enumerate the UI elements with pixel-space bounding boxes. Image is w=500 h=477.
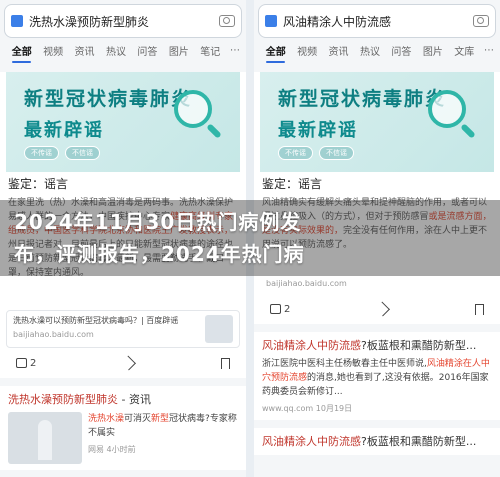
bookmark-button[interactable] bbox=[475, 303, 484, 315]
magnifier-icon bbox=[428, 90, 466, 128]
search-result[interactable]: 风油精涂人中防流感?板蓝根和熏醋防新型... bbox=[254, 428, 500, 455]
search-tabs: 全部 视频 资讯 热议 问答 图片 笔记 ⋯ bbox=[0, 38, 246, 63]
search-bar[interactable]: 风油精涂人中防流感 bbox=[258, 4, 496, 38]
bookmark-icon bbox=[475, 303, 484, 315]
tab-discussion[interactable]: 热议 bbox=[354, 43, 385, 58]
banner-subtitle: 最新辟谣 bbox=[24, 120, 104, 141]
camera-icon[interactable] bbox=[473, 15, 489, 27]
tab-qa[interactable]: 问答 bbox=[386, 43, 417, 58]
like-button[interactable]: 2 bbox=[16, 358, 36, 369]
banner-pill: 不传谣 bbox=[24, 146, 59, 160]
source-site: baijiahao.baidu.com bbox=[13, 330, 94, 339]
banner-pill: 不信谣 bbox=[319, 146, 354, 160]
verdict-label: 鉴定：谣言 bbox=[262, 176, 323, 191]
baidu-logo-icon bbox=[265, 15, 277, 27]
tab-images[interactable]: 图片 bbox=[417, 43, 448, 58]
banner-title: 新型冠状病毒肺炎 bbox=[278, 88, 447, 110]
camera-icon[interactable] bbox=[219, 15, 235, 27]
result-meta: 网易 4小时前 bbox=[88, 445, 136, 454]
more-tabs-icon[interactable]: ⋯ bbox=[480, 45, 494, 56]
result-title[interactable]: 风油精涂人中防流感?板蓝根和熏醋防新型... bbox=[262, 434, 492, 449]
rumor-banner: 新型冠状病毒肺炎 最新辟谣 不传谣 不信谣 bbox=[260, 72, 494, 172]
source-site: baijiahao.baidu.com bbox=[266, 279, 347, 288]
result-title[interactable]: 洗热水澡预防新型肺炎 - 资讯 bbox=[8, 392, 238, 407]
headline-line-1: 2024年11月30日热门病例发 bbox=[14, 210, 302, 234]
source-title: 洗热水澡可以预防新型冠状病毒吗？| 百度辟谣 bbox=[13, 316, 179, 325]
like-button[interactable]: 2 bbox=[270, 304, 290, 315]
tab-video[interactable]: 视频 bbox=[37, 43, 68, 58]
share-icon bbox=[121, 355, 137, 371]
share-button[interactable] bbox=[121, 355, 137, 371]
tab-all[interactable]: 全部 bbox=[6, 43, 37, 63]
result-title[interactable]: 风油精涂人中防流感?板蓝根和熏醋防新型... bbox=[262, 338, 492, 353]
search-input[interactable]: 风油精涂人中防流感 bbox=[283, 13, 473, 30]
search-result[interactable]: 风油精涂人中防流感?板蓝根和熏醋防新型... 浙江医院中医科主任杨敏春主任中医师… bbox=[254, 332, 500, 420]
banner-pill: 不传谣 bbox=[278, 146, 313, 160]
bookmark-button[interactable] bbox=[221, 357, 230, 369]
more-tabs-icon[interactable]: ⋯ bbox=[226, 45, 240, 56]
banner-subtitle: 最新辟谣 bbox=[278, 120, 358, 141]
result-text: 浙江医院中医科主任杨敏春主任中医师说,风油精涂在人中穴预防流感的消息,她也看到了… bbox=[262, 359, 490, 397]
bookmark-icon bbox=[221, 357, 230, 369]
share-icon bbox=[375, 301, 391, 317]
result-thumbnail bbox=[8, 412, 82, 464]
result-text: 洗热水澡可消灭新型冠状病毒?专家称不属实 bbox=[88, 414, 237, 438]
tab-all[interactable]: 全部 bbox=[260, 43, 291, 63]
tab-news[interactable]: 资讯 bbox=[323, 43, 354, 58]
tab-library[interactable]: 文库 bbox=[449, 43, 480, 58]
baidu-logo-icon bbox=[11, 15, 23, 27]
thumbs-up-icon bbox=[16, 358, 27, 368]
tab-news[interactable]: 资讯 bbox=[69, 43, 100, 58]
rumor-card[interactable]: 新型冠状病毒肺炎 最新辟谣 不传谣 不信谣 鉴定：谣言 风油精确实有缓解头痛头晕… bbox=[254, 72, 500, 324]
source-link[interactable]: 洗热水澡可以预防新型冠状病毒吗？| 百度辟谣 baijiahao.baidu.c… bbox=[6, 310, 240, 348]
tab-images[interactable]: 图片 bbox=[163, 43, 194, 58]
tab-video[interactable]: 视频 bbox=[291, 43, 322, 58]
source-link[interactable]: baijiahao.baidu.com bbox=[260, 276, 494, 294]
headline-line-2: 布，评测报告，2024年热门病 bbox=[14, 242, 305, 266]
card-actions: 2 bbox=[254, 294, 500, 324]
search-bar[interactable]: 洗热水澡预防新型肺炎 bbox=[4, 4, 242, 38]
banner-pill: 不信谣 bbox=[65, 146, 100, 160]
search-input[interactable]: 洗热水澡预防新型肺炎 bbox=[29, 13, 219, 30]
tab-qa[interactable]: 问答 bbox=[132, 43, 163, 58]
thumbs-up-icon bbox=[270, 304, 281, 314]
headline-overlay: 2024年11月30日热门病例发 布，评测报告，2024年热门病 bbox=[0, 200, 500, 276]
rumor-banner: 新型冠状病毒肺炎 最新辟谣 不传谣 不信谣 bbox=[6, 72, 240, 172]
share-button[interactable] bbox=[375, 301, 391, 317]
search-result[interactable]: 洗热水澡预防新型肺炎 - 资讯 洗热水澡可消灭新型冠状病毒?专家称不属实 网易 … bbox=[0, 386, 246, 470]
tab-discussion[interactable]: 热议 bbox=[100, 43, 131, 58]
source-thumbnail bbox=[205, 315, 233, 343]
tab-notes[interactable]: 笔记 bbox=[195, 43, 226, 58]
banner-title: 新型冠状病毒肺炎 bbox=[24, 88, 193, 110]
magnifier-icon bbox=[174, 90, 212, 128]
verdict-label: 鉴定：谣言 bbox=[8, 176, 69, 191]
result-meta: www.qq.com 10月19日 bbox=[262, 404, 353, 413]
search-tabs: 全部 视频 资讯 热议 问答 图片 文库 ⋯ bbox=[254, 38, 500, 63]
card-actions: 2 bbox=[0, 348, 246, 378]
